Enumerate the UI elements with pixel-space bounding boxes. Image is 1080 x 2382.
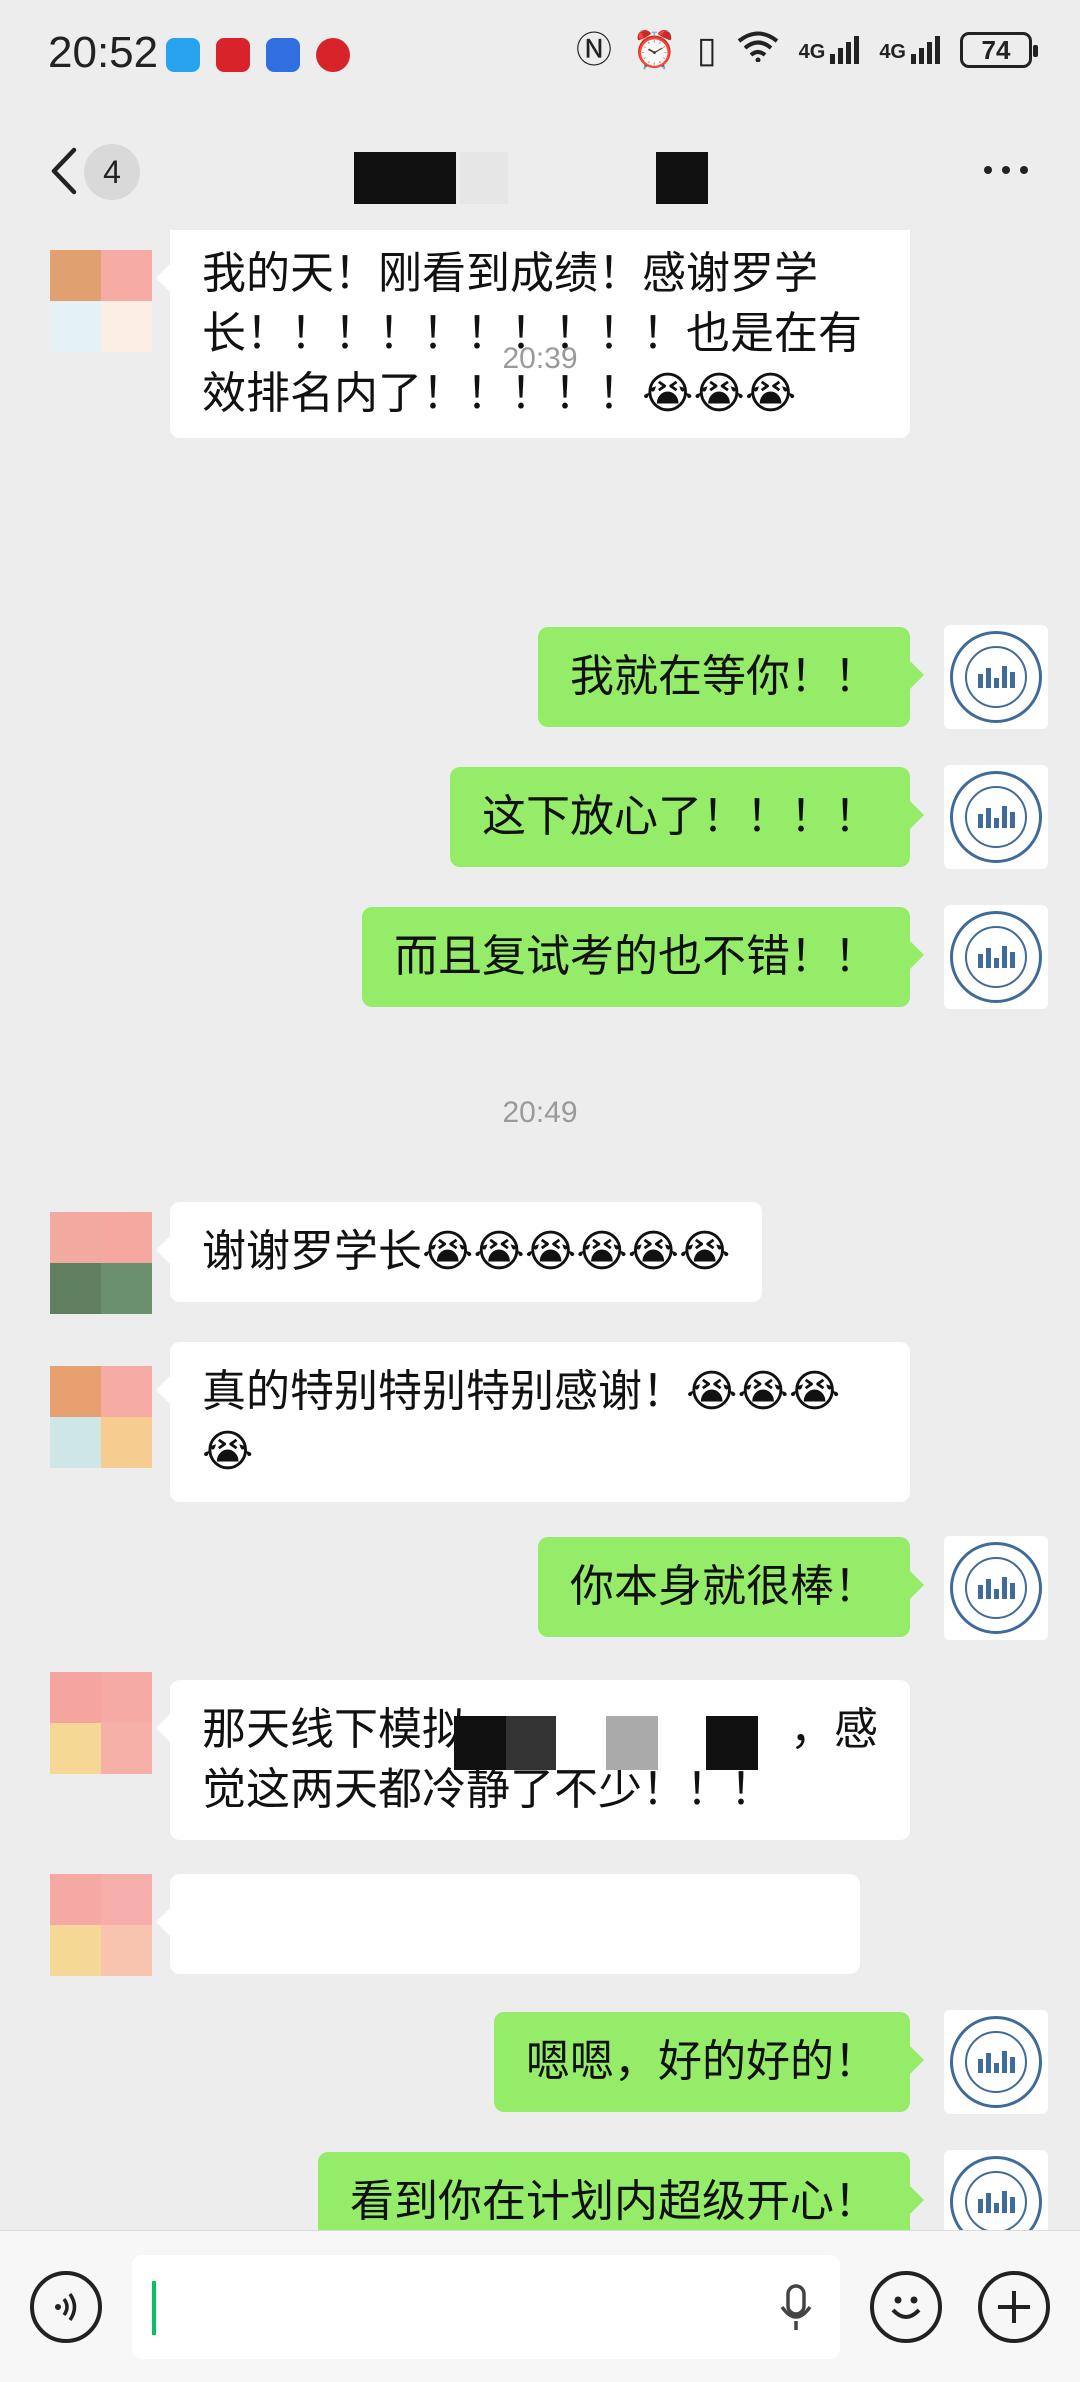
avatar[interactable] — [944, 1536, 1048, 1640]
status-indicators: Ⓝ ⏰ ▯ 4G 4G 74 — [575, 29, 1038, 70]
seal-logo — [950, 631, 1042, 723]
timestamp: 20:49 — [502, 1096, 578, 1129]
nfc-icon: Ⓝ — [575, 29, 612, 70]
message-text-line: 我的天！刚看到成绩！感谢罗学 — [202, 248, 818, 299]
shield-app-icon — [266, 38, 300, 72]
sent-message[interactable]: 你本身就很棒！ — [538, 1537, 924, 1637]
avatar[interactable] — [50, 1212, 152, 1314]
sent-message[interactable]: 嗯嗯，好的好的！ — [494, 2012, 924, 2112]
message-list[interactable]: 我的天！刚看到成绩！感谢罗学 长！！！！！！！！！！也是在有 效排名内了！！！！… — [0, 230, 1080, 2230]
wifi-icon — [737, 30, 779, 70]
redacted-chat-title-blur — [460, 152, 508, 204]
clock: 20:52 — [48, 28, 159, 77]
avatar[interactable] — [50, 1874, 152, 1976]
sent-message[interactable]: 看到你在计划内超级开心！ — [318, 2152, 924, 2230]
avatar[interactable] — [944, 765, 1048, 869]
signal-2-icon: 4G — [879, 36, 940, 64]
received-message[interactable]: 那天线下模拟 ，感 觉这两天都冷静了不少！！！ — [156, 1680, 910, 1840]
seal-logo — [950, 2156, 1042, 2230]
alarm-icon: ⏰ — [631, 29, 677, 70]
redacted-chat-title-2 — [656, 152, 708, 204]
plus-icon[interactable] — [978, 2271, 1050, 2343]
seal-logo — [950, 1542, 1042, 1634]
signal-1-icon: 4G — [799, 36, 860, 64]
message-text-line: 😭 — [202, 1426, 254, 1477]
received-message[interactable]: 谢谢罗学长😭😭😭😭😭😭 — [155, 1202, 763, 1302]
status-bar: 20:52 Ⓝ ⏰ ▯ 4G 4G 74 — [0, 0, 1080, 110]
byd-app-icon — [216, 38, 250, 72]
emoji-icon[interactable] — [870, 2271, 942, 2343]
sent-message[interactable]: 而且复试考的也不错！！ — [362, 907, 924, 1007]
redacted-chat-title — [354, 152, 456, 204]
more-options-icon[interactable] — [984, 166, 1028, 174]
received-message[interactable]: 真的特别特别特别感谢！😭😭😭 😭 — [156, 1342, 910, 1502]
avatar[interactable] — [50, 1366, 152, 1468]
avatar[interactable] — [944, 2150, 1048, 2230]
battery-indicator: 74 — [960, 32, 1038, 68]
avatar[interactable] — [50, 1672, 152, 1774]
chat-header: 4 — [0, 110, 1080, 230]
received-message-blurred[interactable] — [156, 1874, 860, 1974]
back-icon[interactable] — [44, 146, 84, 196]
seal-logo — [950, 771, 1042, 863]
message-text-line: 真的特别特别特别感谢！😭😭😭 — [202, 1366, 841, 1417]
input-bar — [0, 2230, 1080, 2382]
sent-message[interactable]: 这下放心了！！！！ — [450, 767, 924, 867]
avatar[interactable] — [944, 905, 1048, 1009]
redaction-block — [706, 1716, 758, 1770]
voice-icon[interactable] — [30, 2271, 102, 2343]
seal-logo — [950, 2016, 1042, 2108]
timestamp: 20:39 — [502, 342, 578, 375]
message-input[interactable] — [132, 2255, 840, 2359]
received-message[interactable]: 我的天！刚看到成绩！感谢罗学 长！！！！！！！！！！也是在有 效排名内了！！！！… — [156, 230, 910, 438]
avatar[interactable] — [50, 250, 152, 352]
message-app-icon — [166, 38, 200, 72]
sent-message[interactable]: 我就在等你！！ — [538, 627, 924, 727]
avatar[interactable] — [944, 2010, 1048, 2114]
mic-icon[interactable] — [778, 2283, 814, 2333]
avatar[interactable] — [944, 625, 1048, 729]
seal-logo — [950, 911, 1042, 1003]
target-app-icon — [316, 38, 350, 72]
redaction-block — [606, 1716, 658, 1770]
redaction-block — [506, 1716, 556, 1770]
unread-count-badge[interactable]: 4 — [84, 144, 140, 200]
vibrate-icon: ▯ — [696, 29, 717, 70]
text-cursor — [152, 2281, 156, 2335]
